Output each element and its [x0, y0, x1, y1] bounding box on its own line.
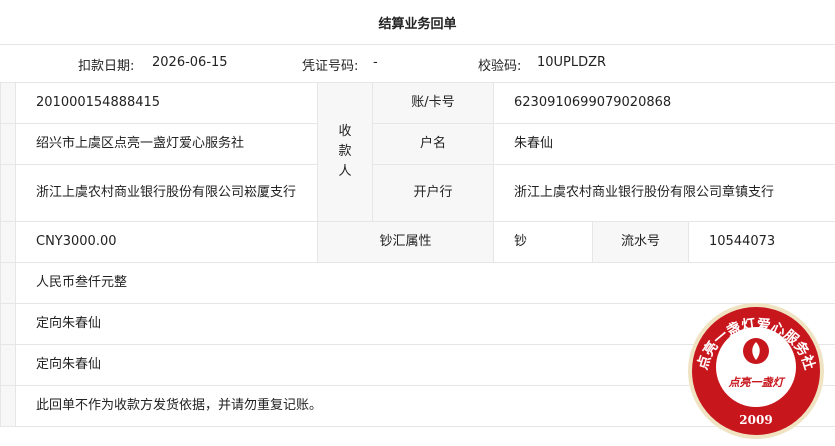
meta-row: 扣款日期: 2026-06-15 凭证号码: - 校验码: 10UPLDZR — [0, 44, 835, 83]
side-cell — [0, 82, 16, 124]
receipt-title: 结算业务回单 — [0, 0, 835, 45]
date-label: 扣款日期: — [78, 59, 135, 74]
payee-bank-label: 开户行 — [372, 164, 494, 222]
amount-in-words: 人民币叁仟元整 — [14, 262, 835, 304]
table-row: 人民币叁仟元整 — [0, 262, 835, 304]
receipt-title-text: 结算业务回单 — [378, 16, 457, 32]
amount-value: CNY3000.00 — [15, 221, 318, 263]
seal-inner-text: 点亮一盏灯 — [728, 376, 786, 389]
check-value: 10UPLDZR — [537, 55, 607, 70]
table-row: 201000154888415 收款人 账/卡号 623091069907902… — [0, 82, 835, 222]
side-cell — [0, 344, 16, 386]
payer-bank: 浙江上虞农村商业银行股份有限公司崧厦支行 — [15, 164, 318, 222]
fx-value: 钞 — [493, 221, 593, 263]
voucher-label: 凭证号码: — [302, 59, 359, 74]
payee-bank-value: 浙江上虞农村商业银行股份有限公司章镇支行 — [492, 164, 835, 222]
payee-name-label: 户名 — [372, 123, 494, 165]
date-value: 2026-06-15 — [152, 55, 228, 70]
table-row: CNY3000.00 钞汇属性 钞 流水号 10544073 — [0, 221, 835, 263]
payee-group-label: 收款人 — [317, 82, 373, 222]
payer-account: 201000154888415 — [15, 82, 318, 124]
serial-label: 流水号 — [592, 221, 689, 263]
side-cell — [0, 221, 16, 263]
fx-label: 钞汇属性 — [317, 221, 494, 263]
seal-year: 2009 — [739, 413, 772, 427]
payee-account-label: 账/卡号 — [372, 82, 494, 124]
check-label: 校验码: — [478, 59, 522, 74]
payee-name-value: 朱春仙 — [492, 123, 835, 165]
organization-seal: 点亮一盏灯爱心服务社 点亮一盏灯 2009 — [688, 303, 824, 439]
payer-name: 绍兴市上虞区点亮一盏灯爱心服务社 — [15, 123, 318, 165]
table-row: 浙江上虞农村商业银行股份有限公司崧厦支行 开户行 浙江上虞农村商业银行股份有限公… — [0, 164, 835, 222]
serial-value: 10544073 — [687, 221, 835, 263]
side-cell — [0, 123, 16, 165]
voucher-value: - — [373, 55, 378, 70]
side-cell — [0, 262, 16, 304]
side-cell — [0, 164, 16, 222]
side-cell — [0, 303, 16, 345]
table-row: 绍兴市上虞区点亮一盏灯爱心服务社 户名 朱春仙 — [0, 123, 835, 165]
side-cell — [0, 385, 16, 427]
payee-account-value: 6230910699079020868 — [492, 82, 835, 124]
